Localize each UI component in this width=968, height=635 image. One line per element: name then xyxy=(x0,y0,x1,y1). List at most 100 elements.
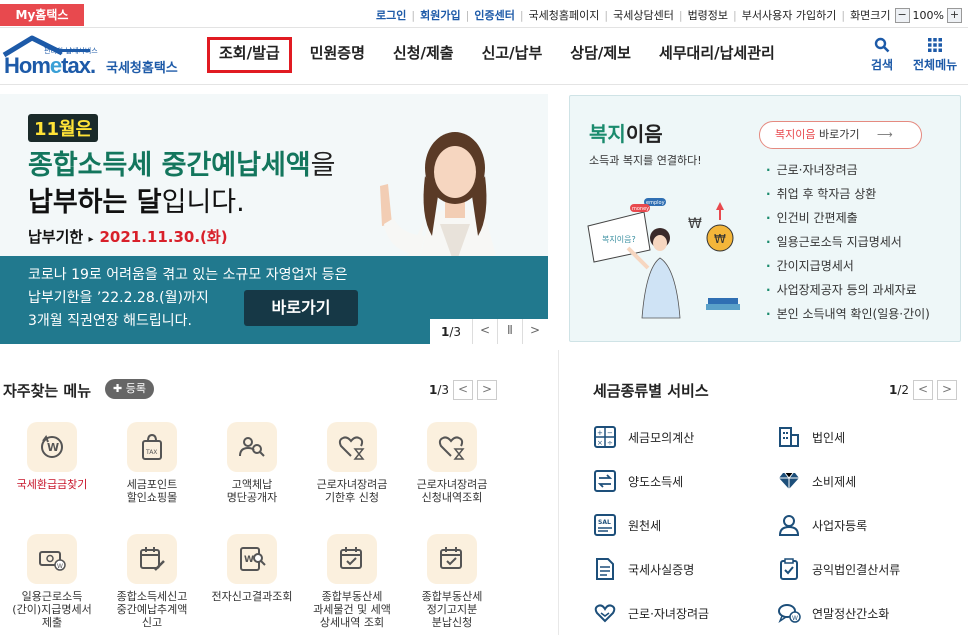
transfer-money-icon xyxy=(593,469,617,493)
favorite-item-label: 근로자녀장려금 기한후 신청 xyxy=(316,478,388,504)
tax-item-corporate[interactable]: 법인세 xyxy=(777,425,845,449)
tax-item-withholding[interactable]: SAL 원천세 xyxy=(593,513,661,537)
favorite-prev-button[interactable]: < xyxy=(453,380,474,400)
favorite-next-button[interactable]: > xyxy=(477,380,498,400)
favorite-item-label: 종합부동산세 정기고지분 분납신청 xyxy=(421,590,483,629)
refund-won-icon: W xyxy=(27,422,77,472)
svg-text:×: × xyxy=(597,439,603,447)
welfare-item[interactable]: 취업 후 학자금 상환 xyxy=(766,182,930,206)
cert-center-link[interactable]: 인증센터 xyxy=(474,7,514,23)
tax-item-tax-fact-certificate[interactable]: 국세사실증명 xyxy=(593,557,694,581)
add-favorite-button[interactable]: ✚ 등록 xyxy=(105,379,154,399)
calendar-check-icon xyxy=(427,534,477,584)
favorite-item-tax-point-mall[interactable]: TAX 세금포인트 할인쇼핑몰 xyxy=(102,422,202,504)
nav-civil-certificate[interactable]: 민원증명 xyxy=(300,37,375,73)
banner-pager: 1/3 < Ⅱ > xyxy=(430,319,548,344)
welfare-illustration: 복지이음? employ money ₩ ₩ xyxy=(587,198,740,319)
tax-item-capital-gains[interactable]: 양도소득세 xyxy=(593,469,683,493)
favorite-item-label: 세금포인트 할인쇼핑몰 xyxy=(126,478,178,504)
favorite-item-daily-payment[interactable]: W 일용근로소득 (간이)지급명세서 제출 xyxy=(2,534,102,629)
all-menu-label: 전체메뉴 xyxy=(913,58,958,72)
all-menu-button[interactable]: 전체메뉴 xyxy=(913,37,957,73)
heart-hand-icon xyxy=(593,601,617,625)
nav-inquiry-issue[interactable]: 조회/발급 xyxy=(207,37,292,73)
banner-pause-button[interactable]: Ⅱ xyxy=(497,319,522,344)
logo-wordmark: Hometax. xyxy=(4,53,96,78)
building-icon xyxy=(777,425,801,449)
hometax-logo[interactable]: 편리한 납세서비스 Hometax. 국세청홈택스 xyxy=(2,35,192,78)
favorite-item-efiling-result[interactable]: W 전자신고결과조회 xyxy=(202,534,302,603)
svg-text:₩: ₩ xyxy=(688,216,702,232)
tax-item-year-end-simplified[interactable]: W 연말정산간소화 xyxy=(777,601,889,625)
tax-service-next-button[interactable]: > xyxy=(937,380,958,400)
document-icon xyxy=(593,557,617,581)
diamond-icon xyxy=(777,469,801,493)
tax-item-label: 연말정산간소화 xyxy=(812,606,890,621)
favorite-item-eitc-late[interactable]: 근로자녀장려금 기한후 신청 xyxy=(302,422,402,504)
welfare-item[interactable]: 본인 소득내역 확인(일용·간이) xyxy=(766,302,930,326)
welfare-item[interactable]: 일용근로소득 지급명세서 xyxy=(766,230,930,254)
search-button[interactable]: 검색 xyxy=(871,37,893,73)
welfare-go-button[interactable]: 복지이음 바로가기 ⟶ xyxy=(759,121,922,149)
banner-page-indicator: 1/3 xyxy=(440,324,462,339)
dept-user-signup-link[interactable]: 부서사용자 가입하기 xyxy=(742,7,837,23)
favorite-item-interim-prepay[interactable]: 종합소득세신고 중간예납추계액 신고 xyxy=(102,534,202,629)
tax-item-eitc[interactable]: 근로·자녀장려금 xyxy=(593,601,709,625)
favorite-item-label: 일용근로소득 (간이)지급명세서 제출 xyxy=(12,590,92,629)
banner-next-button[interactable]: > xyxy=(522,319,547,344)
section-divider xyxy=(558,350,559,635)
login-link[interactable]: 로그인 xyxy=(376,7,406,23)
favorite-item-refund[interactable]: W 국세환급금찾기 xyxy=(2,422,102,491)
nav-apply-submit[interactable]: 신청/제출 xyxy=(383,37,464,73)
welfare-subtitle: 소득과 복지를 연결하다! xyxy=(589,154,702,167)
tax-item-label: 사업자등록 xyxy=(812,518,868,533)
tax-service-prev-button[interactable]: < xyxy=(913,380,934,400)
search-icon xyxy=(874,37,890,53)
favorite-page-indicator: 1/3 xyxy=(429,383,450,397)
favorite-menu-title: 자주찾는 메뉴 xyxy=(3,382,92,400)
favorite-item-delinquent-list[interactable]: 고액체납 명단공개자 xyxy=(202,422,302,504)
heart-hourglass-icon xyxy=(327,422,377,472)
welfare-title: 복지이음 xyxy=(589,122,663,146)
consult-center-link[interactable]: 국세상담센터 xyxy=(613,7,674,23)
my-hometax-button[interactable]: My홈택스 xyxy=(0,4,84,26)
nts-home-link[interactable]: 국세청홈페이지 xyxy=(529,7,600,23)
banner-due-date: 납부기한 ▸ 2021.11.30.(화) xyxy=(28,228,228,246)
zoom-in-button[interactable]: + xyxy=(947,7,962,23)
zoom-out-button[interactable]: − xyxy=(894,7,910,23)
welfare-link-box: 복지이음 소득과 복지를 연결하다! 복지이음 바로가기 ⟶ 근로·자녀장려금 … xyxy=(569,95,961,342)
banner-prev-button[interactable]: < xyxy=(472,319,497,344)
nav-report-pay[interactable]: 신고/납부 xyxy=(472,37,553,73)
nav-tax-agent[interactable]: 세무대리/납세관리 xyxy=(649,37,785,73)
favorite-item-label: 전자신고결과조회 xyxy=(211,590,293,603)
tax-item-label: 양도소득세 xyxy=(628,474,684,489)
favorite-item-label: 종합부동산세 과세물건 및 세액 상세내역 조회 xyxy=(313,590,391,629)
favorite-item-cpt-detail[interactable]: 종합부동산세 과세물건 및 세액 상세내역 조회 xyxy=(302,534,402,629)
heart-hourglass-icon xyxy=(427,422,477,472)
tax-type-service-section: 세금종류별 서비스 1/2 < > + − × ÷ 세금모의계산 법인세 양도소득세 … xyxy=(569,350,961,635)
welfare-item[interactable]: 근로·자녀장려금 xyxy=(766,158,930,182)
favorite-menu-section: 자주찾는 메뉴 ✚ 등록 1/3 < > W 국세환급금찾기 TAX 세금포인트… xyxy=(0,350,548,635)
law-info-link[interactable]: 법령정보 xyxy=(688,7,728,23)
favorite-pager: 1/3 < > xyxy=(429,380,498,400)
favorite-item-label: 근로자녀장려금 신청내역조회 xyxy=(416,478,488,504)
favorite-item-label: 종합소득세신고 중간예납추계액 신고 xyxy=(116,590,188,629)
welfare-item[interactable]: 인건비 간편제출 xyxy=(766,206,930,230)
favorite-item-eitc-history[interactable]: 근로자녀장려금 신청내역조회 xyxy=(402,422,502,504)
nav-consult-report[interactable]: 상담/제보 xyxy=(560,37,641,73)
favorite-item-cpt-installment[interactable]: 종합부동산세 정기고지분 분납신청 xyxy=(402,534,502,629)
clipboard-check-icon xyxy=(777,557,801,581)
svg-text:−: − xyxy=(607,429,613,437)
tax-item-consumption[interactable]: 소비제세 xyxy=(777,469,856,493)
main-banner[interactable]: 11월은 종합소득세 중간예납세액을 납부하는 달입니다. 납부기한 ▸ 2021… xyxy=(0,94,548,344)
tax-item-label: 원천세 xyxy=(628,518,662,533)
tax-item-simulator[interactable]: + − × ÷ 세금모의계산 xyxy=(593,425,694,449)
tax-item-business-registration[interactable]: 사업자등록 xyxy=(777,513,867,537)
arrow-right-icon: ⟶ xyxy=(876,128,893,141)
welfare-item[interactable]: 간이지급명세서 xyxy=(766,254,930,278)
signup-link[interactable]: 회원가입 xyxy=(420,7,460,23)
svg-text:TAX: TAX xyxy=(145,449,157,456)
banner-go-button[interactable]: 바로가기 xyxy=(244,290,358,326)
welfare-item[interactable]: 사업장제공자 등의 과세자료 xyxy=(766,278,930,302)
tax-item-public-interest[interactable]: 공익법인결산서류 xyxy=(777,557,900,581)
